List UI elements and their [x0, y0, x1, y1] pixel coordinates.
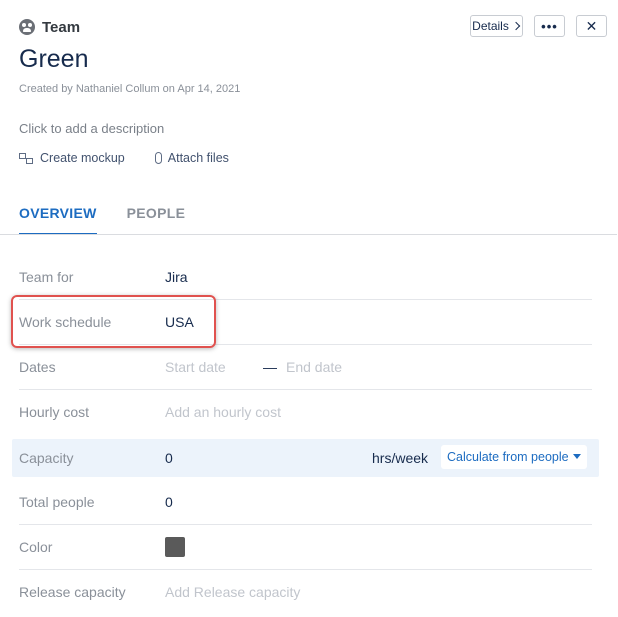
field-label: Work schedule: [19, 314, 112, 330]
attach-files-label: Attach files: [167, 151, 229, 165]
team-icon: [19, 19, 35, 35]
field-row-total-people: Total people 0: [0, 480, 618, 525]
panel-header: Team: [19, 16, 80, 38]
field-label: Dates: [19, 359, 56, 375]
field-row-capacity[interactable]: Capacity 0 hrs/week Calculate from peopl…: [12, 438, 599, 477]
more-icon: •••: [541, 18, 558, 34]
attach-files-button[interactable]: Attach files: [154, 151, 229, 165]
chevron-right-icon: [511, 21, 521, 31]
close-button[interactable]: ✕: [576, 15, 607, 37]
field-label: Color: [19, 539, 53, 555]
header-actions: Details ••• ✕: [470, 15, 607, 37]
calculate-from-people-dropdown[interactable]: Calculate from people: [441, 444, 587, 469]
page-title[interactable]: Green: [19, 45, 88, 74]
caret-down-icon: [572, 454, 581, 459]
work-schedule-value[interactable]: USA: [165, 314, 194, 330]
color-swatch[interactable]: [165, 537, 185, 557]
end-date-input[interactable]: End date: [286, 359, 342, 375]
action-bar: Create mockup Attach files: [19, 151, 229, 165]
tab-overview[interactable]: OVERVIEW: [19, 205, 97, 235]
field-row-release-capacity[interactable]: Release capacity Add Release capacity: [0, 570, 618, 615]
field-row-dates[interactable]: Dates Start date — End date: [0, 345, 618, 390]
team-for-value[interactable]: Jira: [165, 269, 188, 285]
start-date-input[interactable]: Start date: [165, 359, 226, 375]
paperclip-icon: [154, 152, 162, 164]
tab-people[interactable]: PEOPLE: [127, 205, 186, 235]
field-label: Team for: [19, 269, 74, 285]
tab-divider: [0, 234, 617, 235]
header-label: Team: [42, 18, 81, 36]
description-field[interactable]: Click to add a description: [19, 121, 164, 136]
details-button[interactable]: Details: [470, 15, 523, 37]
release-capacity-input[interactable]: Add Release capacity: [165, 584, 300, 600]
field-row-work-schedule[interactable]: Work schedule USA: [0, 300, 618, 345]
total-people-value: 0: [165, 494, 173, 510]
field-row-team-for[interactable]: Team for Jira: [0, 255, 618, 300]
capacity-unit: hrs/week: [372, 449, 429, 466]
created-by-text: Created by Nathaniel Collum on Apr 14, 2…: [19, 83, 241, 95]
more-options-button[interactable]: •••: [534, 15, 565, 37]
capacity-value[interactable]: 0: [165, 450, 173, 466]
create-mockup-label: Create mockup: [40, 151, 125, 165]
close-icon: ✕: [585, 17, 598, 34]
date-separator: —: [263, 359, 277, 375]
details-button-label: Details: [472, 19, 509, 33]
field-label: Hourly cost: [19, 404, 90, 420]
tab-bar: OVERVIEW PEOPLE: [19, 205, 185, 235]
hourly-cost-input[interactable]: Add an hourly cost: [165, 404, 281, 420]
field-row-hourly-cost[interactable]: Hourly cost Add an hourly cost: [0, 390, 618, 435]
field-label: Total people: [19, 494, 95, 510]
overview-fields: Team for Jira Work schedule USA Dates St…: [0, 255, 618, 615]
field-row-color[interactable]: Color: [0, 525, 618, 570]
calculate-label: Calculate from people: [447, 449, 569, 464]
field-label: Capacity: [19, 449, 74, 466]
field-label: Release capacity: [19, 584, 126, 600]
mockup-icon: [19, 152, 34, 164]
create-mockup-button[interactable]: Create mockup: [19, 151, 125, 165]
